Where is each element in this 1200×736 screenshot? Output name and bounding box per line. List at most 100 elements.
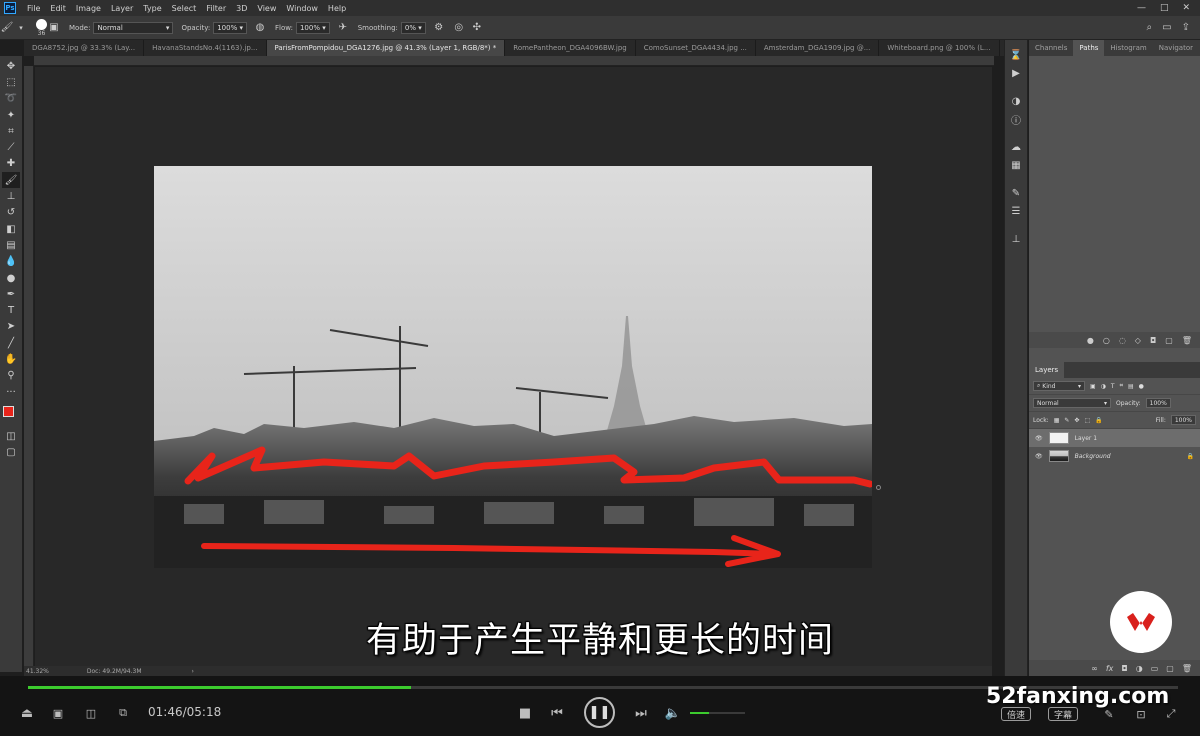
add-mask-icon[interactable]: ◘ [1121,664,1127,673]
more-tools-icon[interactable]: ··· [2,384,20,400]
blend-mode-select[interactable]: Normal ▾ [1033,398,1111,408]
type-tool-icon[interactable]: T [2,302,20,318]
tab-document-active[interactable]: ParisFromPompidou_DGA1276.jpg @ 41.3% (L… [266,40,506,56]
fill-path-icon[interactable]: ● [1087,336,1094,345]
layer-opacity-field[interactable]: 100% [1145,398,1171,408]
menu-select[interactable]: Select [167,4,202,13]
menu-3d[interactable]: 3D [231,4,252,13]
mode-select[interactable]: Normal ▾ [93,21,174,34]
lock-transparent-icon[interactable]: ▦ [1054,417,1060,424]
eyedropper-tool-icon[interactable]: ⟋ [2,139,20,155]
stop-icon[interactable]: ■ [518,706,532,721]
canvas-handle-icon[interactable] [876,485,881,490]
tab-document[interactable]: Whiteboard.png @ 100% (L... [879,40,1000,56]
tab-channels[interactable]: Channels [1029,40,1073,56]
brush-tool-icon[interactable]: 🖌 [0,21,14,35]
filter-smart-object-icon[interactable]: ▤ [1128,383,1134,390]
info-icon[interactable]: ⓘ [1008,112,1024,127]
new-path-icon[interactable]: ▢ [1165,336,1173,345]
playback-speed-button[interactable]: 倍速 [1001,707,1032,721]
history-brush-tool-icon[interactable]: ↺ [2,205,20,221]
smoothing-field[interactable]: 0% ▾ [400,21,426,34]
volume-slider[interactable] [690,712,745,714]
tab-document[interactable]: Amsterdam_DGA1909.jpg @... [756,40,880,56]
filter-pixel-icon[interactable]: ▣ [1090,383,1096,390]
properties-icon[interactable]: ☰ [1008,204,1024,218]
new-layer-icon[interactable]: ▢ [1166,664,1174,673]
filter-shape-icon[interactable]: ⌗ [1120,382,1123,390]
eject-icon[interactable]: ⏏ [20,706,34,721]
zoom-level[interactable]: 41.32% [26,668,49,675]
lock-all-icon[interactable]: 🔒 [1095,417,1102,424]
swatches-icon[interactable]: ▦ [1008,158,1024,172]
screenshot-icon[interactable]: ◫ [84,706,98,720]
fullscreen-icon[interactable]: ⤢ [1164,707,1178,721]
pause-button[interactable]: ❚❚ [584,697,615,728]
info-icon[interactable]: ▣ [51,706,65,720]
opacity-field[interactable]: 100% ▾ [213,21,247,34]
subtitles-button[interactable]: 字幕 [1048,707,1079,721]
adjustment-layer-icon[interactable]: ◑ [1136,664,1143,673]
move-tool-icon[interactable]: ✥ [2,58,20,74]
link-layers-icon[interactable]: ∞ [1091,664,1098,673]
toolbox-icon[interactable]: ⊡ [1134,707,1148,721]
document-canvas[interactable] [154,166,872,568]
flow-field[interactable]: 100% ▾ [295,21,330,34]
make-path-icon[interactable]: ◇ [1135,336,1141,345]
brush-preset-picker[interactable]: 36 [36,18,47,37]
close-icon[interactable]: ✕ [1182,3,1190,13]
status-arrow-icon[interactable]: › [192,668,194,675]
clone-stamp-tool-icon[interactable]: ⊥ [2,188,20,204]
load-selection-icon[interactable]: ◌ [1119,336,1126,345]
foreground-color-swatch[interactable] [3,406,14,418]
lock-artboard-icon[interactable]: ⬚ [1084,417,1090,424]
gradient-tool-icon[interactable]: ▤ [2,237,20,253]
lock-position-icon[interactable]: ✥ [1074,417,1079,424]
history-icon[interactable]: ⌛ [1008,48,1024,62]
marquee-tool-icon[interactable]: ⬚ [2,74,20,90]
workspace-icon[interactable]: ▭ [1162,22,1171,33]
actions-icon[interactable]: ▶ [1008,66,1024,80]
tab-document[interactable]: HavanaStandsNo.4(1163).jp... [144,40,267,56]
fill-field[interactable]: 100% [1170,415,1196,425]
tab-histogram[interactable]: Histogram [1104,40,1152,56]
clone-source-icon[interactable]: ⊥ [1008,232,1024,246]
add-mask-icon[interactable]: ◘ [1150,336,1156,345]
brush-settings-icon[interactable]: ✎ [1008,186,1024,200]
color-swatches[interactable] [2,404,20,424]
pressure-opacity-icon[interactable]: ◍ [253,21,267,35]
menu-help[interactable]: Help [323,4,351,13]
brush-tool-icon[interactable]: 🖌 [2,172,20,189]
picture-in-picture-icon[interactable]: ⧉ [116,706,130,720]
settings-icon[interactable]: ✎ [1102,707,1116,721]
blur-tool-icon[interactable]: 💧 [2,254,20,270]
layer-style-fx-icon[interactable]: fx [1106,664,1114,673]
path-selection-tool-icon[interactable]: ➤ [2,319,20,335]
group-icon[interactable]: ▭ [1151,664,1159,673]
screen-mode-icon[interactable]: ▢ [2,445,20,461]
adjustments-icon[interactable]: ◑ [1008,94,1024,108]
dodge-tool-icon[interactable]: ● [2,270,20,286]
menu-type[interactable]: Type [138,4,166,13]
tab-document[interactable]: RomePantheon_DGA4096BW.jpg [505,40,636,56]
lock-pixels-icon[interactable]: ✎ [1064,417,1069,424]
healing-brush-tool-icon[interactable]: ✚ [2,156,20,172]
tab-paths[interactable]: Paths [1073,40,1105,56]
eye-icon[interactable]: 👁 [1035,435,1043,442]
menu-filter[interactable]: Filter [201,4,231,13]
airbrush-icon[interactable]: ✈ [336,21,350,35]
previous-icon[interactable]: ⏮ [550,706,564,721]
volume-icon[interactable]: 🔈 [665,706,681,721]
next-icon[interactable]: ⏭ [634,706,648,721]
stroke-path-icon[interactable]: ○ [1103,336,1110,345]
magic-wand-tool-icon[interactable]: ✦ [2,107,20,123]
tab-navigator[interactable]: Navigator [1153,40,1199,56]
gear-icon[interactable]: ⚙ [432,21,446,35]
trash-icon[interactable]: 🗑 [1182,664,1192,673]
tab-document[interactable]: DGA8752.jpg @ 33.3% (Lay... [24,40,145,56]
crop-tool-icon[interactable]: ⌗ [2,123,20,139]
layer-row-layer-1[interactable]: 👁 Layer 1 [1029,429,1200,447]
paths-panel-body[interactable] [1029,56,1200,332]
minimize-icon[interactable]: — [1137,3,1146,13]
line-tool-icon[interactable]: ╱ [2,335,20,351]
